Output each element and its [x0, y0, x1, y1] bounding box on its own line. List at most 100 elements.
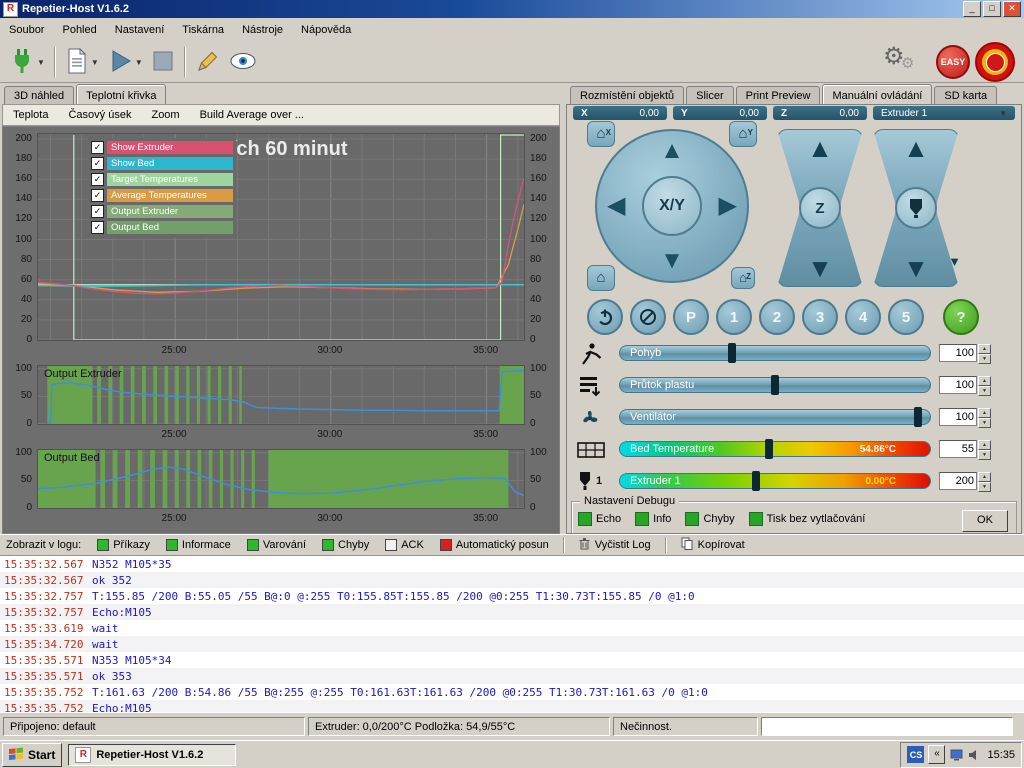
extruder-temp-input[interactable]	[939, 472, 977, 490]
left-panel-tab[interactable]: Teplotní křivka	[76, 84, 166, 104]
home-z-button[interactable]: ⌂Z	[731, 267, 755, 289]
fan-spinner[interactable]: ▲▼	[978, 408, 991, 426]
right-panel-tab[interactable]: Slicer	[686, 86, 734, 104]
debug-option[interactable]: Chyby	[685, 512, 734, 526]
legend-checkbox[interactable]: ✓	[91, 221, 104, 234]
extruder-select[interactable]: Extruder 1▼	[873, 106, 1015, 120]
retract-button[interactable]: ▲	[873, 135, 959, 161]
debug-ok-button[interactable]: OK	[962, 510, 1008, 532]
fan-slider[interactable]: Ventilátor	[619, 409, 931, 425]
checkbox-icon[interactable]	[749, 512, 763, 526]
output-extruder-plot[interactable]: Output Extruder	[37, 365, 525, 425]
language-indicator[interactable]: CS	[907, 746, 924, 763]
legend-checkbox[interactable]: ✓	[91, 205, 104, 218]
clear-log-button[interactable]: Vyčistit Log	[571, 535, 659, 555]
debug-option[interactable]: Info	[635, 512, 671, 526]
copy-log-button[interactable]: Kopírovat	[673, 535, 753, 555]
preset-button[interactable]: P	[673, 299, 709, 335]
slider-thumb[interactable]	[765, 439, 773, 459]
minimize-button[interactable]: _	[963, 1, 981, 17]
maximize-button[interactable]: □	[983, 1, 1001, 17]
chart-menu-item[interactable]: Build Average over ...	[190, 106, 314, 124]
speed-slider[interactable]: Pohyb	[619, 345, 931, 361]
power-button[interactable]	[587, 299, 623, 335]
menu-item[interactable]: Tiskárna	[173, 20, 233, 40]
extruder-temperature-slider[interactable]: Extruder 1 0.00°C	[619, 473, 931, 489]
extrude-button[interactable]: ▼	[873, 255, 959, 281]
fan-value-input[interactable]	[939, 408, 977, 426]
y-minus-button[interactable]: ▼	[660, 249, 684, 273]
heater-off-button[interactable]	[630, 299, 666, 335]
speed-spinner[interactable]: ▲▼	[978, 344, 991, 362]
checkbox-icon[interactable]	[685, 512, 699, 526]
log-filter-toggle[interactable]: Automatický posun	[432, 537, 557, 553]
right-panel-tab[interactable]: Print Preview	[736, 86, 821, 104]
right-panel-tab[interactable]: SD karta	[934, 86, 997, 104]
slider-thumb[interactable]	[771, 375, 779, 395]
bed-temp-spinner[interactable]: ▲▼	[978, 440, 991, 458]
legend-item[interactable]: ✓ Target Temperatures	[91, 172, 233, 187]
menu-item[interactable]: Pohled	[53, 20, 105, 40]
load-file-button[interactable]: ▼	[61, 44, 103, 80]
x-plus-button[interactable]: ▶	[719, 194, 737, 218]
stop-print-button[interactable]	[147, 44, 179, 80]
preset-button[interactable]: 3	[802, 299, 838, 335]
z-plus-button[interactable]: ▲	[777, 135, 863, 161]
x-minus-button[interactable]: ◀	[607, 194, 625, 218]
flow-slider[interactable]: Průtok plastu	[619, 377, 931, 393]
show-filament-button[interactable]	[225, 44, 261, 80]
legend-item[interactable]: ✓ Output Extruder	[91, 204, 233, 219]
log-filter-toggle[interactable]: ACK	[377, 537, 432, 553]
chart-menu-item[interactable]: Teplota	[3, 106, 58, 124]
legend-checkbox[interactable]: ✓	[91, 173, 104, 186]
easy-mode-button[interactable]: EASY	[936, 45, 970, 79]
chart-menu-item[interactable]: Časový úsek	[58, 106, 141, 124]
connect-button[interactable]: ▼	[5, 44, 49, 80]
log-view[interactable]: 15:35:32.567 N352 M105*35 15:35:32.567 o…	[0, 556, 1024, 712]
log-filter-toggle[interactable]: Informace	[158, 537, 239, 553]
menu-item[interactable]: Nápověda	[292, 20, 360, 40]
log-filter-toggle[interactable]: Chyby	[314, 537, 377, 553]
edit-gcode-button[interactable]	[191, 44, 225, 80]
preset-button[interactable]: 4	[845, 299, 881, 335]
bed-temperature-slider[interactable]: Bed Temperature 54.86°C	[619, 441, 931, 457]
display-tray-icon[interactable]	[949, 748, 963, 762]
extrude-small-button[interactable]: ▼	[948, 254, 961, 269]
settings-button[interactable]: ⚙ ⚙	[883, 44, 931, 80]
log-filter-toggle[interactable]: Varování	[239, 537, 314, 553]
right-panel-tab[interactable]: Manuální ovládání	[822, 84, 932, 104]
speed-value-input[interactable]	[939, 344, 977, 362]
legend-item[interactable]: ✓ Output Bed	[91, 220, 233, 235]
start-button[interactable]: Start	[2, 743, 62, 767]
extruder-temp-spinner[interactable]: ▲▼	[978, 472, 991, 490]
legend-item[interactable]: ✓ Show Extruder	[91, 140, 233, 155]
slider-thumb[interactable]	[728, 343, 736, 363]
legend-item[interactable]: ✓ Show Bed	[91, 156, 233, 171]
preset-button[interactable]: 1	[716, 299, 752, 335]
slider-thumb[interactable]	[914, 407, 922, 427]
y-plus-button[interactable]: ▲	[660, 139, 684, 163]
right-panel-tab[interactable]: Rozmístění objektů	[570, 86, 684, 104]
debug-option[interactable]: Echo	[578, 512, 621, 526]
taskbar-task-repetier[interactable]: R Repetier-Host V1.6.2	[68, 744, 236, 766]
menu-item[interactable]: Nastavení	[106, 20, 174, 40]
left-panel-tab[interactable]: 3D náhled	[4, 86, 74, 104]
flow-value-input[interactable]	[939, 376, 977, 394]
volume-tray-icon[interactable]	[967, 748, 981, 762]
z-minus-button[interactable]: ▼	[777, 255, 863, 281]
menu-item[interactable]: Soubor	[0, 20, 53, 40]
log-filter-toggle[interactable]: Příkazy	[89, 537, 158, 553]
chart-menu-item[interactable]: Zoom	[141, 106, 189, 124]
close-button[interactable]: ✕	[1003, 1, 1021, 17]
home-all-button[interactable]: ⌂	[587, 265, 615, 291]
checkbox-icon[interactable]	[635, 512, 649, 526]
legend-checkbox[interactable]: ✓	[91, 189, 104, 202]
emergency-stop-button[interactable]	[975, 42, 1015, 82]
tray-expand-button[interactable]: «	[928, 745, 945, 764]
menu-item[interactable]: Nástroje	[233, 20, 292, 40]
home-x-button[interactable]: ⌂X	[587, 121, 615, 147]
bed-temp-input[interactable]	[939, 440, 977, 458]
preset-button[interactable]: 2	[759, 299, 795, 335]
preset-button[interactable]: 5	[888, 299, 924, 335]
flow-spinner[interactable]: ▲▼	[978, 376, 991, 394]
